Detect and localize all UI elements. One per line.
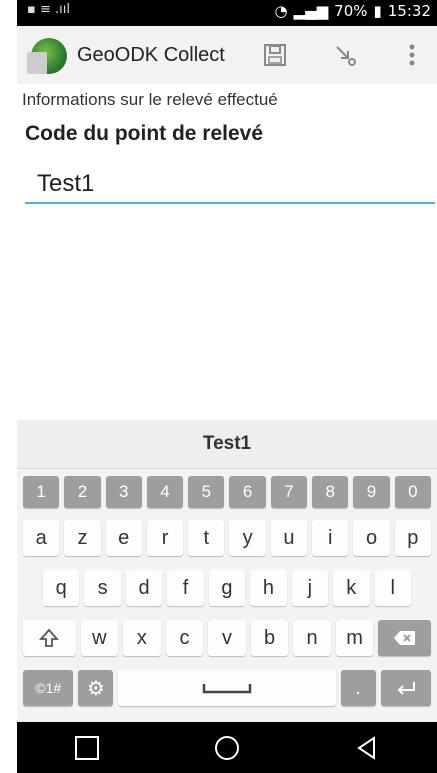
key-v[interactable]: v xyxy=(208,620,246,656)
key-j[interactable]: j xyxy=(291,570,329,606)
key-9[interactable]: 9 xyxy=(353,476,390,508)
key-m[interactable]: m xyxy=(335,620,374,656)
save-icon[interactable] xyxy=(260,40,290,70)
status-left-icons: ▪ ≡ .ııl xyxy=(27,2,70,17)
home-button[interactable] xyxy=(207,728,247,768)
battery-percent: 70% xyxy=(334,2,368,20)
recents-icon xyxy=(75,735,99,760)
gear-icon: ⚙ xyxy=(86,677,105,700)
key-w[interactable]: w xyxy=(80,620,119,656)
key-6[interactable]: 6 xyxy=(229,476,266,508)
key-e[interactable]: e xyxy=(105,520,142,556)
battery-icon: ▮ xyxy=(373,2,382,20)
key-1[interactable]: 1 xyxy=(23,476,60,508)
home-icon xyxy=(215,735,239,760)
period-key[interactable]: . xyxy=(340,670,376,706)
navigation-bar xyxy=(17,722,437,773)
soft-keyboard: Test1 1 2 3 4 5 6 7 8 9 0 a z e r t y u … xyxy=(17,420,437,722)
symbols-key[interactable]: ©1# xyxy=(23,670,74,706)
status-bar: ▪ ≡ .ııl ◔ ▂▄▆ 70% ▮ 15:32 xyxy=(17,0,437,26)
backspace-key[interactable] xyxy=(378,620,431,656)
key-q[interactable]: q xyxy=(43,570,80,606)
key-3[interactable]: 3 xyxy=(105,476,142,508)
space-bar-icon xyxy=(202,684,252,694)
signal-icon: ▂▄▆ xyxy=(293,2,329,20)
key-p[interactable]: p xyxy=(394,520,431,556)
key-2[interactable]: 2 xyxy=(64,476,101,508)
key-z[interactable]: z xyxy=(64,520,101,556)
key-8[interactable]: 8 xyxy=(312,476,349,508)
app-logo-icon xyxy=(27,38,67,74)
key-y[interactable]: y xyxy=(229,520,266,556)
key-d[interactable]: d xyxy=(125,570,163,606)
backspace-icon xyxy=(393,631,415,645)
enter-icon xyxy=(397,682,415,695)
space-key[interactable] xyxy=(118,670,336,706)
key-a[interactable]: a xyxy=(23,520,60,556)
key-n[interactable]: n xyxy=(293,620,331,656)
status-time: 15:32 xyxy=(387,2,431,20)
shift-key[interactable] xyxy=(23,620,76,656)
app-bar: GeoODK Collect xyxy=(17,26,437,85)
app-title: GeoODK Collect xyxy=(77,44,225,66)
suggestion-bar[interactable]: Test1 xyxy=(17,420,437,469)
enter-key[interactable] xyxy=(380,670,431,706)
recents-button[interactable] xyxy=(67,728,107,768)
clock-icon: ◔ xyxy=(274,2,288,20)
key-5[interactable]: 5 xyxy=(188,476,225,508)
back-button[interactable] xyxy=(347,728,387,768)
overflow-menu-icon[interactable] xyxy=(397,40,427,70)
key-s[interactable]: s xyxy=(84,570,121,606)
key-g[interactable]: g xyxy=(208,570,246,606)
go-to-prompt-icon[interactable] xyxy=(330,40,360,70)
key-0[interactable]: 0 xyxy=(394,476,431,508)
form-content: Informations sur le relevé effectué Code… xyxy=(17,84,437,420)
group-title: Informations sur le relevé effectué xyxy=(22,90,278,109)
key-x[interactable]: x xyxy=(123,620,161,656)
shift-icon xyxy=(39,628,60,647)
key-l[interactable]: l xyxy=(374,570,411,606)
key-7[interactable]: 7 xyxy=(270,476,308,508)
letter-row-3: w x c v b n m xyxy=(17,620,437,656)
key-f[interactable]: f xyxy=(167,570,204,606)
bottom-key-row: ©1# ⚙ . xyxy=(17,670,437,706)
key-u[interactable]: u xyxy=(270,520,308,556)
letter-row-2: q s d f g h j k l xyxy=(17,570,437,606)
status-right: ◔ ▂▄▆ 70% ▮ 15:32 xyxy=(274,2,431,20)
key-k[interactable]: k xyxy=(333,570,370,606)
key-r[interactable]: r xyxy=(146,520,184,556)
settings-key[interactable]: ⚙ xyxy=(78,670,114,706)
number-row: 1 2 3 4 5 6 7 8 9 0 xyxy=(17,476,437,508)
back-icon xyxy=(357,735,375,760)
key-o[interactable]: o xyxy=(353,520,390,556)
key-i[interactable]: i xyxy=(312,520,349,556)
key-c[interactable]: c xyxy=(165,620,204,656)
key-h[interactable]: h xyxy=(250,570,287,606)
answer-input[interactable] xyxy=(25,166,435,204)
letter-row-1: a z e r t y u i o p xyxy=(17,520,437,556)
question-label: Code du point de relevé xyxy=(25,122,264,145)
key-b[interactable]: b xyxy=(250,620,289,656)
key-t[interactable]: t xyxy=(188,520,225,556)
key-4[interactable]: 4 xyxy=(146,476,184,508)
